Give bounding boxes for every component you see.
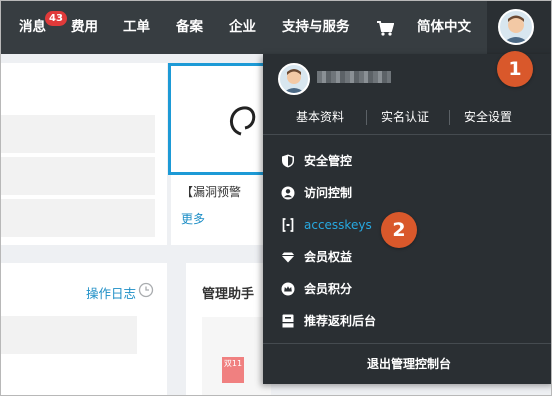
overview-card	[1, 63, 167, 245]
menu-item-security-control[interactable]: 安全管控	[263, 145, 551, 177]
crown-icon	[281, 282, 295, 296]
menu-item-label: 推荐返利后台	[304, 314, 377, 328]
tab-separator	[366, 110, 367, 125]
placeholder-row	[1, 157, 155, 195]
menu-item-referral-rebate[interactable]: 推荐返利后台	[263, 305, 551, 337]
helper-card: 管理助手 双11	[186, 263, 271, 395]
top-nav-bar: 消息 43 费用 工单 备案 企业 支持与服务 简体中文	[1, 1, 551, 54]
placeholder-row	[1, 115, 155, 153]
divider	[263, 134, 551, 135]
tab-basic-info[interactable]: 基本资料	[285, 102, 355, 132]
blurred-username	[317, 71, 391, 83]
menu-item-label: 会员积分	[304, 282, 353, 296]
menu-item-label: accesskeys	[304, 218, 372, 232]
oplog-card: 操作日志	[1, 263, 167, 395]
message-count-badge: 43	[45, 11, 67, 26]
helper-title: 管理助手	[202, 287, 255, 302]
tab-real-name-auth[interactable]: 实名认证	[370, 102, 440, 132]
nav-billing[interactable]: 费用	[71, 1, 98, 54]
callout-1: 1	[497, 51, 533, 87]
tab-security-settings[interactable]: 安全设置	[453, 102, 523, 132]
document-icon	[282, 314, 294, 328]
menu-item-access-control[interactable]: 访问控制	[263, 177, 551, 209]
menu-item-label: 访问控制	[304, 186, 353, 200]
dropdown-avatar	[278, 63, 310, 95]
placeholder-row	[1, 199, 155, 237]
avatar-face-icon	[283, 69, 305, 93]
key-bracket-icon	[282, 218, 294, 232]
nav-language[interactable]: 简体中文	[417, 1, 471, 54]
vuln-alert-text[interactable]: 【漏洞预警	[181, 183, 241, 200]
menu-item-member-points[interactable]: 会员积分	[263, 273, 551, 305]
user-circle-icon	[281, 186, 295, 200]
nav-messages-label: 消息	[19, 19, 46, 35]
nav-support[interactable]: 支持与服务	[282, 1, 350, 54]
avatar-face-icon	[503, 15, 529, 43]
cart-icon	[377, 21, 394, 36]
menu-item-label: 安全管控	[304, 154, 353, 168]
notice-banner[interactable]	[168, 63, 266, 175]
clock-icon	[138, 282, 154, 298]
placeholder-row	[1, 316, 137, 354]
menu-item-label: 会员权益	[304, 250, 353, 264]
more-link[interactable]: 更多	[181, 210, 205, 227]
console-window: 【漏洞预警 更多 操作日志 管理助手 双11 消息 43 费用 工单 备案 企业…	[0, 0, 552, 396]
notice-card: 【漏洞预警 更多	[168, 63, 271, 245]
user-avatar[interactable]	[498, 9, 534, 45]
profile-tabs: 基本资料 实名认证 安全设置	[263, 102, 551, 132]
nav-enterprise[interactable]: 企业	[229, 1, 256, 54]
logout-button[interactable]: 退出管理控制台	[263, 344, 551, 384]
shield-icon	[282, 154, 294, 168]
op-log-link[interactable]: 操作日志	[86, 283, 136, 302]
callout-2: 2	[381, 212, 417, 248]
nav-icp[interactable]: 备案	[176, 1, 203, 54]
tab-separator	[449, 110, 450, 125]
nav-messages[interactable]: 消息 43	[19, 1, 67, 54]
diamond-icon	[281, 252, 295, 263]
nav-tickets[interactable]: 工单	[123, 1, 150, 54]
promo-area: 双11	[202, 317, 271, 395]
promo-badge[interactable]: 双11	[222, 357, 244, 383]
